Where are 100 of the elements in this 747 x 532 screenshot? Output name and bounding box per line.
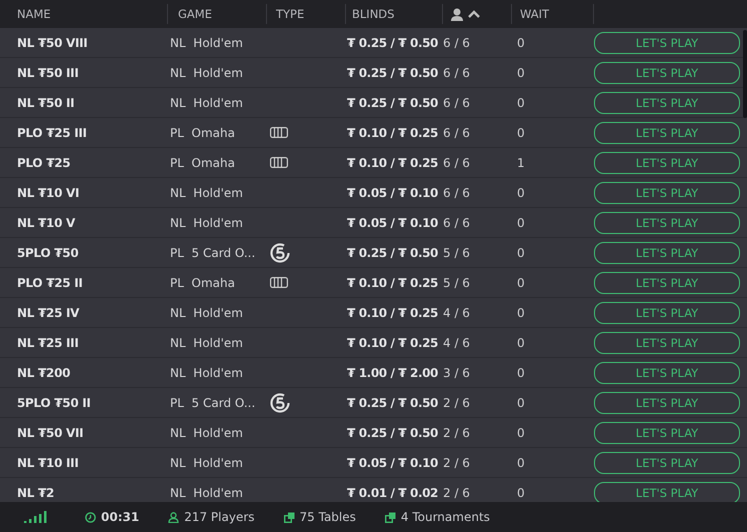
game-type: NL Hold'em — [170, 426, 243, 440]
play-button[interactable]: LET'S PLAY — [594, 362, 740, 384]
player-count: 6 / 6 — [443, 126, 470, 140]
player-count: 6 / 6 — [443, 36, 470, 50]
game-type: NL Hold'em — [170, 336, 243, 350]
person-icon — [168, 512, 180, 522]
wait-count: 0 — [517, 96, 525, 110]
play-button[interactable]: LET'S PLAY — [594, 332, 740, 354]
wait-count: 0 — [517, 216, 525, 230]
table-name: PLO ₮25 — [17, 156, 70, 170]
wait-count: 0 — [517, 486, 525, 500]
table-name: 5PLO ₮50 II — [17, 396, 91, 410]
column-header[interactable]: WAIT — [520, 7, 550, 21]
player-count: 2 / 6 — [443, 456, 470, 470]
tables-count: 75 Tables — [300, 510, 356, 524]
game-type: NL Hold'em — [170, 486, 243, 500]
table-name: NL ₮50 VII — [17, 426, 84, 440]
column-header[interactable]: NAME — [17, 7, 51, 21]
player-count: 6 / 6 — [443, 156, 470, 170]
wait-count: 0 — [517, 426, 525, 440]
table-name: NL ₮10 VI — [17, 186, 80, 200]
game-type: PL 5 Card O... — [170, 396, 256, 410]
player-count: 3 / 6 — [443, 366, 470, 380]
blinds-value: ₮ 0.25 / ₮ 0.50 — [347, 426, 438, 440]
blinds-value: ₮ 0.01 / ₮ 0.02 — [347, 486, 438, 500]
play-button[interactable]: LET'S PLAY — [594, 122, 740, 144]
blinds-value: ₮ 0.25 / ₮ 0.50 — [347, 66, 438, 80]
scrollbar-thumb[interactable] — [743, 30, 747, 118]
play-button[interactable]: LET'S PLAY — [594, 32, 740, 54]
game-type: PL 5 Card O... — [170, 246, 256, 260]
play-button[interactable]: LET'S PLAY — [594, 152, 740, 174]
play-button[interactable]: LET'S PLAY — [594, 62, 740, 84]
clock-icon — [85, 512, 96, 522]
play-button[interactable]: LET'S PLAY — [594, 302, 740, 324]
play-button[interactable]: LET'S PLAY — [594, 272, 740, 294]
blinds-value: ₮ 0.10 / ₮ 0.25 — [347, 126, 438, 140]
play-button[interactable]: LET'S PLAY — [594, 242, 740, 264]
blinds-value: ₮ 0.10 / ₮ 0.25 — [347, 276, 438, 290]
table-name: PLO ₮25 II — [17, 276, 83, 290]
blinds-value: ₮ 1.00 / ₮ 2.00 — [347, 366, 438, 380]
blinds-value: ₮ 0.10 / ₮ 0.25 — [347, 156, 438, 170]
wait-count: 0 — [517, 246, 525, 260]
player-count: 4 / 6 — [443, 336, 470, 350]
game-type: NL Hold'em — [170, 186, 243, 200]
blinds-value: ₮ 0.05 / ₮ 0.10 — [347, 186, 438, 200]
game-type: NL Hold'em — [170, 96, 243, 110]
wait-count: 0 — [517, 456, 525, 470]
game-type: NL Hold'em — [170, 456, 243, 470]
table-name: NL ₮25 IV — [17, 306, 80, 320]
table-name: NL ₮50 II — [17, 96, 74, 110]
wait-count: 0 — [517, 366, 525, 380]
table-name: NL ₮50 III — [17, 66, 78, 80]
player-count: 5 / 6 — [443, 276, 470, 290]
blinds-value: ₮ 0.10 / ₮ 0.25 — [347, 336, 438, 350]
play-button[interactable]: LET'S PLAY — [594, 182, 740, 204]
column-header[interactable]: TYPE — [276, 7, 304, 21]
table-name: NL ₮2 — [17, 486, 54, 500]
wait-count: 0 — [517, 66, 525, 80]
tournaments-count: 4 Tournaments — [400, 510, 490, 524]
table-name: NL ₮10 III — [17, 456, 78, 470]
wait-count: 0 — [517, 276, 525, 290]
game-type: NL Hold'em — [170, 36, 243, 50]
table-name: NL ₮50 VIII — [17, 36, 88, 50]
player-count: 4 / 6 — [443, 306, 470, 320]
wait-count: 1 — [517, 156, 525, 170]
blinds-value: ₮ 0.25 / ₮ 0.50 — [347, 246, 438, 260]
blinds-value: ₮ 0.25 / ₮ 0.50 — [347, 96, 438, 110]
tournaments-icon — [384, 512, 396, 522]
player-count: 5 / 6 — [443, 246, 470, 260]
game-type: NL Hold'em — [170, 306, 243, 320]
play-button[interactable]: LET'S PLAY — [594, 212, 740, 234]
table-name: NL ₮25 III — [17, 336, 78, 350]
play-button[interactable]: LET'S PLAY — [594, 92, 740, 114]
players-count: 217 Players — [184, 510, 255, 524]
column-header[interactable]: BLINDS — [352, 7, 394, 21]
sort-up-icon[interactable] — [468, 10, 480, 18]
session-time: 00:31 — [101, 510, 140, 524]
play-button[interactable]: LET'S PLAY — [594, 392, 740, 414]
player-count: 2 / 6 — [443, 486, 470, 500]
game-type: PL Omaha — [170, 126, 235, 140]
table-name: NL ₮200 — [17, 366, 70, 380]
table-name: PLO ₮25 III — [17, 126, 87, 140]
play-button[interactable]: LET'S PLAY — [594, 422, 740, 444]
player-count: 6 / 6 — [443, 66, 470, 80]
person-icon[interactable] — [451, 8, 463, 20]
game-type: NL Hold'em — [170, 216, 243, 230]
blinds-value: ₮ 0.05 / ₮ 0.10 — [347, 216, 438, 230]
tables-icon — [284, 512, 295, 522]
column-header[interactable]: GAME — [178, 7, 212, 21]
blinds-value: ₮ 0.10 / ₮ 0.25 — [347, 306, 438, 320]
game-type: PL Omaha — [170, 276, 235, 290]
blinds-value: ₮ 0.05 / ₮ 0.10 — [347, 456, 438, 470]
player-count: 6 / 6 — [443, 96, 470, 110]
wait-count: 0 — [517, 306, 525, 320]
game-type: NL Hold'em — [170, 366, 243, 380]
player-count: 2 / 6 — [443, 396, 470, 410]
table-name: 5PLO ₮50 — [17, 246, 78, 260]
wait-count: 0 — [517, 186, 525, 200]
player-count: 6 / 6 — [443, 186, 470, 200]
play-button[interactable]: LET'S PLAY — [594, 452, 740, 474]
